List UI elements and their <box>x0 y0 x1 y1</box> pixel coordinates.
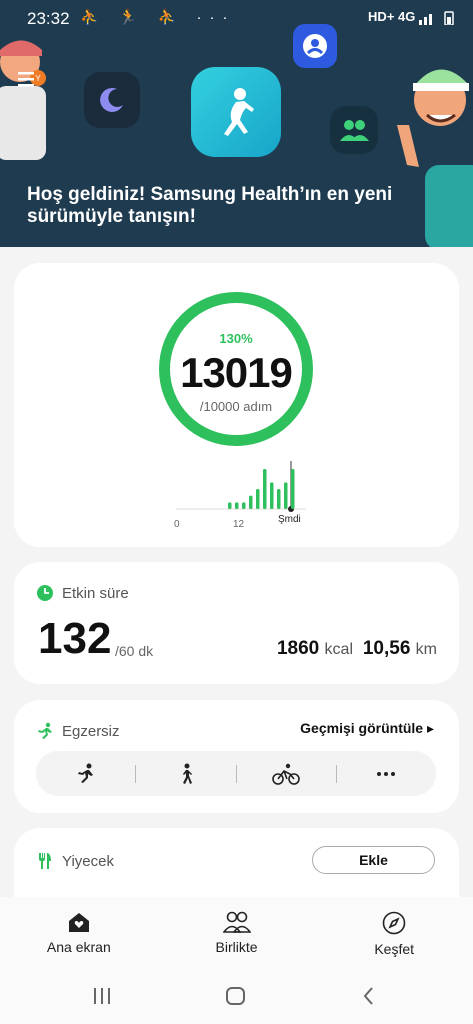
steps-count: 13019 <box>180 349 293 396</box>
chart-label-mid: 12 <box>233 519 245 530</box>
food-label: Yiyecek <box>62 852 114 870</box>
system-navigation-bar <box>94 987 373 1005</box>
network-label: HD+ 4G <box>368 9 416 24</box>
hourly-step-bar <box>235 502 239 509</box>
chart-label-now: Şmdi <box>278 514 301 525</box>
hourly-step-bar <box>277 489 281 509</box>
profile-icon <box>293 24 337 68</box>
compass-icon <box>382 911 406 935</box>
running-button[interactable] <box>36 751 135 796</box>
steps-progress-ring: 130% 13019 /10000 adım <box>159 292 313 446</box>
exercise-runner-icon <box>38 722 52 739</box>
steps-percent: 130% <box>219 331 253 346</box>
active-time-label: Etkin süre <box>62 584 129 602</box>
notification-icons: ⛹ 🏃 ⛹ ··· <box>80 9 236 26</box>
back-icon[interactable] <box>363 987 373 1005</box>
cycling-icon <box>272 763 300 785</box>
home-system-icon[interactable] <box>226 987 245 1005</box>
chart-label-start: 0 <box>174 519 180 530</box>
steps-goal: /10000 adım <box>199 399 273 414</box>
hourly-step-bar <box>270 482 274 509</box>
more-dots-icon <box>377 771 396 776</box>
welcome-title: Hoş geldiniz! Samsung Health’ın en yeni … <box>27 184 393 227</box>
status-bar: 23:32 ⛹ 🏃 ⛹ ··· HD+ 4G <box>0 0 473 36</box>
signal-battery-icon <box>419 10 454 26</box>
home-heart-icon <box>68 913 89 932</box>
nav-together[interactable]: Birlikte <box>158 897 316 972</box>
more-exercises-button[interactable] <box>337 751 436 796</box>
walking-icon <box>182 763 192 784</box>
cartoon-character-left: Y <box>0 20 50 160</box>
hourly-step-bar <box>291 469 295 509</box>
distance: 10,56 km <box>363 638 437 660</box>
hourly-step-bar <box>242 502 246 509</box>
cycling-button[interactable] <box>237 751 336 796</box>
nav-discover-label: Keşfet <box>374 941 415 957</box>
exercise-header: Egzersiz <box>36 722 120 740</box>
svg-text:Y: Y <box>35 74 41 83</box>
add-food-button[interactable]: Ekle <box>312 846 435 874</box>
active-minutes: 132 <box>38 614 112 663</box>
hourly-step-bar <box>256 489 260 509</box>
nav-home-label: Ana ekran <box>46 939 111 955</box>
walking-button[interactable] <box>136 751 235 796</box>
distance-value: 10,56 <box>362 638 411 659</box>
active-time-card[interactable]: Etkin süre 132 /60 dk 1860 kcal 10,56 km <box>14 562 459 684</box>
welcome-banner[interactable]: 23:32 ⛹ 🏃 ⛹ ··· HD+ 4G Y Hoş geldiniz! S… <box>0 0 473 247</box>
status-right: HD+ 4G <box>368 9 459 26</box>
hourly-step-bar <box>263 469 267 509</box>
running-icon <box>77 763 93 783</box>
hourly-step-bar <box>228 502 232 509</box>
active-time-header: Etkin süre <box>36 584 129 602</box>
bottom-navigation: Ana ekran Birlikte Keşfet <box>0 897 473 1024</box>
sleep-icon <box>84 72 140 128</box>
exercise-shortcuts <box>36 751 436 796</box>
nav-home[interactable]: Ana ekran <box>0 897 158 972</box>
together-icon <box>222 911 251 933</box>
nav-discover[interactable]: Keşfet <box>315 897 473 972</box>
hourly-steps-chart <box>176 461 306 512</box>
hourly-step-bar <box>284 482 288 509</box>
exercise-label: Egzersiz <box>62 722 120 740</box>
samsung-health-runner-icon <box>191 67 281 157</box>
steps-card[interactable]: 130% 13019 /10000 adım 0 12 Şmdi <box>14 263 459 547</box>
hourly-step-bar <box>249 495 253 509</box>
nav-together-label: Birlikte <box>215 939 258 955</box>
together-group-icon <box>330 106 378 154</box>
recent-apps-icon[interactable] <box>94 988 110 1004</box>
fork-knife-icon <box>39 853 51 869</box>
exercise-card[interactable]: Egzersiz Geçmişi görüntüle ▸ <box>14 700 459 813</box>
food-header: Yiyecek <box>36 852 114 870</box>
calories-unit: kcal <box>324 641 353 658</box>
view-history-link[interactable]: Geçmişi görüntüle ▸ <box>300 720 434 737</box>
distance-unit: km <box>415 641 437 658</box>
active-goal: /60 dk <box>115 643 154 659</box>
clock-icon <box>37 585 53 601</box>
calories: 1860 kcal <box>277 638 353 660</box>
calories-value: 1860 <box>276 638 320 659</box>
